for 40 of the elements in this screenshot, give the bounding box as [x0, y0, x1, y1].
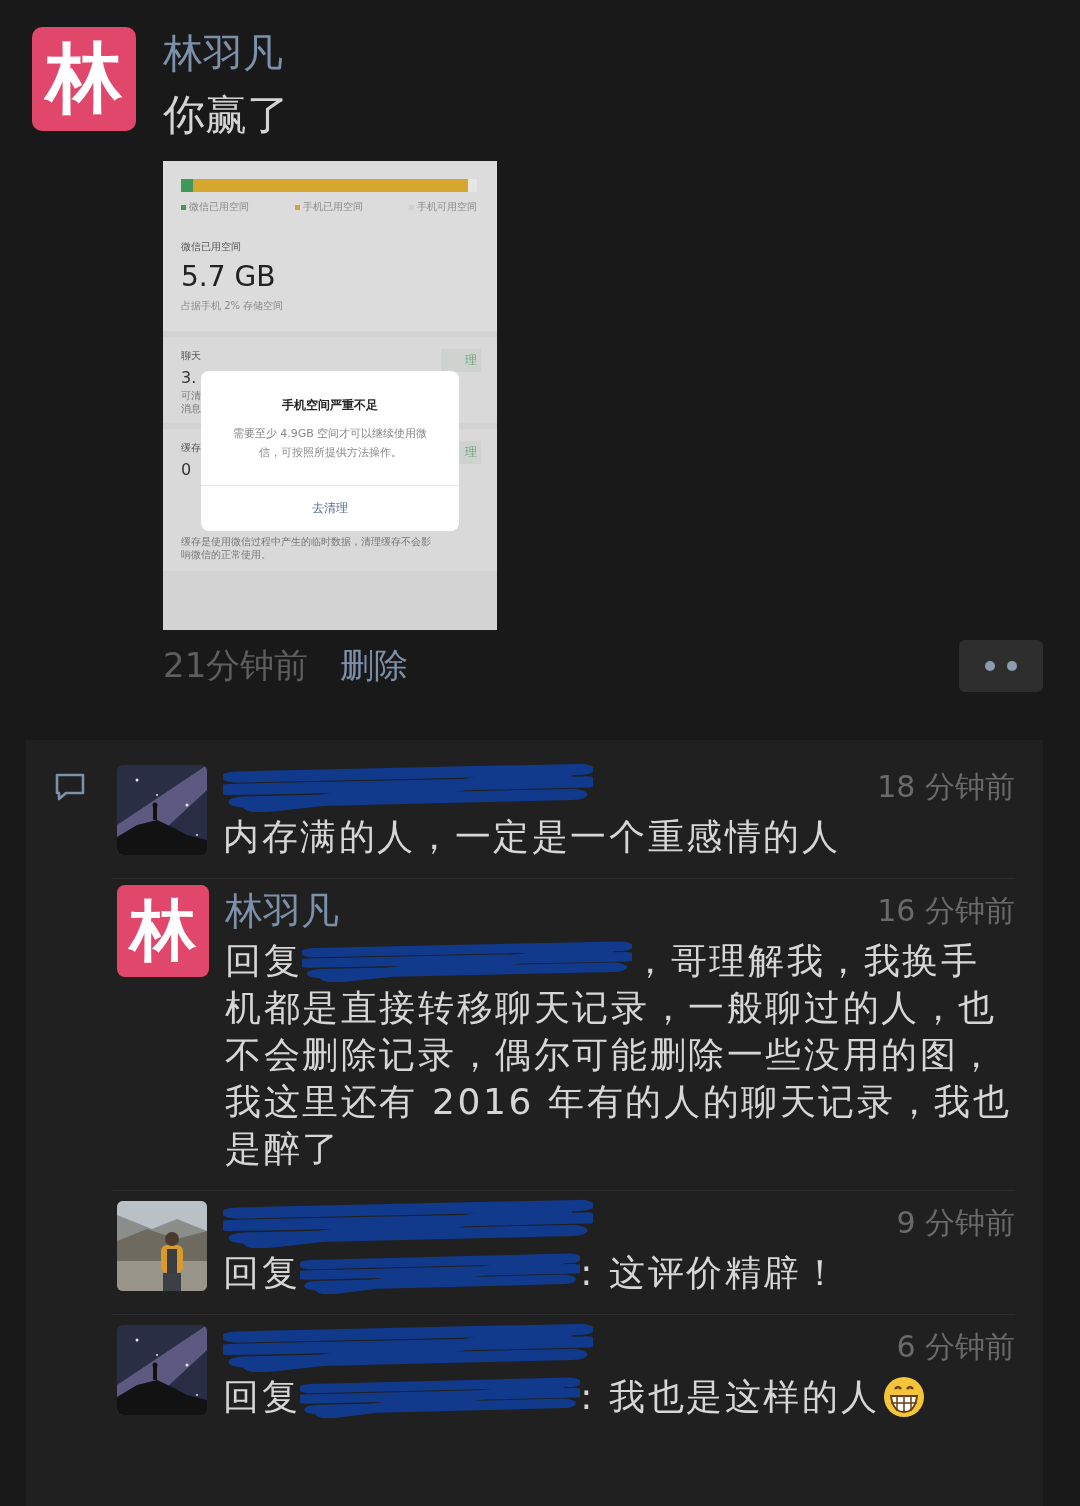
- post-time: 21分钟前: [163, 644, 309, 687]
- avatar-logo[interactable]: 林: [32, 27, 136, 131]
- card-value: 3.: [181, 368, 197, 387]
- dialog-message: 需要至少 4.9GB 空间才可以继续使用微信，可按照所提供方法操作。: [231, 426, 429, 461]
- storage-note: 占据手机 2% 存储空间: [181, 299, 284, 313]
- card-title: 缓存: [181, 441, 201, 454]
- legend-label: 手机可用空间: [417, 200, 477, 214]
- post-text: 你赢了: [163, 89, 289, 141]
- legend-label: 手机已用空间: [303, 200, 363, 214]
- card-description: 可清: [181, 389, 201, 402]
- delete-link[interactable]: 删除: [340, 643, 409, 689]
- reply-label: 回复: [225, 939, 303, 983]
- section-label: 微信已用空间: [181, 240, 241, 254]
- comment-text: : 我也是这样的人: [580, 1375, 880, 1419]
- commenter-name[interactable]: 林羽凡: [225, 885, 339, 937]
- storage-value: 5.7 GB: [181, 260, 276, 293]
- avatar-logo[interactable]: 林: [117, 885, 209, 977]
- reply-label: 回复: [223, 1375, 301, 1419]
- more-icon: [984, 660, 1018, 672]
- comment-text: 机都是直接转移聊天记录，一般聊过的人，也不会删除记录，偶尔可能删除一些没用的图，我这里还有 2016 年有的人的聊天记录，我也是醉了: [225, 986, 1013, 1171]
- dialog-title: 手机空间严重不足: [282, 397, 378, 414]
- comment-icon: [54, 772, 86, 802]
- card-description: 响微信的正常使用。: [181, 548, 271, 561]
- comment-time: 16 分钟前: [877, 891, 1015, 930]
- card-description: 消息: [181, 402, 201, 415]
- comment-time: 18 分钟前: [877, 767, 1015, 806]
- comment-time: 6 分钟前: [896, 1327, 1015, 1366]
- screenshot-image[interactable]: 微信已用空间 手机已用空间 手机可用空间 微信已用空间 5.7 GB 占据手机 2% 存储空间 聊天 3. 理 可清 消息 缓存 0 理 缓存是使用微信过程中产生的临时数据，清理缓存不会影 响微信的正常使用。 手机空间严重不足 需要至少 4.9GB 空间才可以继续使用微信，可按照所提供方法操作。 去清理: [163, 161, 497, 630]
- reply-label: 回复: [223, 1251, 301, 1295]
- dialog-button[interactable]: 去清理: [201, 485, 459, 531]
- legend-label: 微信已用空间: [189, 200, 249, 214]
- comment-time: 9 分钟前: [896, 1203, 1015, 1242]
- comment-text: : 这评价精辟！: [580, 1251, 841, 1295]
- card-title: 聊天: [181, 349, 201, 362]
- more-button[interactable]: [959, 640, 1043, 692]
- comment-text: 内存满的人，一定是一个重感情的人: [223, 815, 841, 859]
- card-description: 缓存是使用微信过程中产生的临时数据，清理缓存不会影: [181, 535, 431, 548]
- comment-text: ，哥理解我，我换手: [632, 939, 980, 983]
- author-name[interactable]: 林羽凡: [163, 27, 283, 79]
- card-value: 0: [181, 460, 192, 479]
